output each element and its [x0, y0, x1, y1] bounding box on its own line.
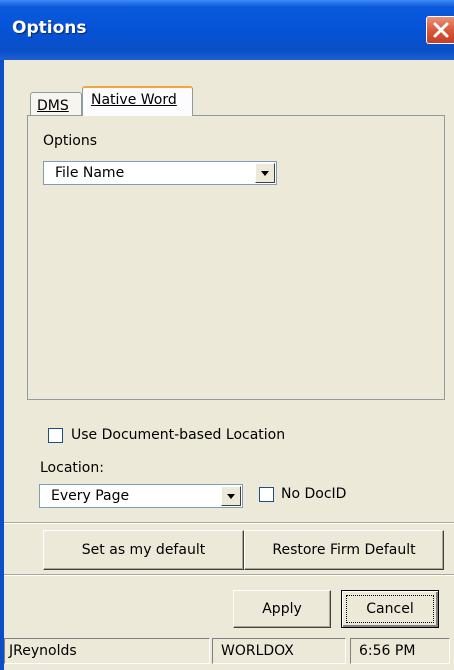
tab-dms-label: DMS: [37, 98, 69, 114]
tab-native-word-label: Native Word: [91, 92, 177, 108]
tab-native-word[interactable]: Native Word: [82, 86, 193, 116]
status-time: 6:56 PM: [350, 638, 450, 664]
close-icon: [433, 22, 449, 38]
restore-firm-default-button[interactable]: Restore Firm Default: [244, 530, 444, 570]
status-user: JReynolds: [4, 638, 210, 664]
tab-dms[interactable]: DMS: [30, 92, 82, 116]
location-dropdown[interactable]: Every Page: [39, 484, 243, 508]
options-dropdown-value: File Name: [55, 165, 125, 181]
use-document-location-checkbox[interactable]: [48, 428, 63, 443]
close-button[interactable]: [426, 16, 454, 44]
separator: [4, 574, 454, 576]
title-bar[interactable]: Options: [0, 0, 454, 60]
window-title: Options: [12, 18, 87, 38]
chevron-down-icon[interactable]: [255, 163, 275, 183]
window-frame-left: [0, 60, 4, 670]
location-label: Location:: [40, 460, 104, 476]
options-label: Options: [43, 133, 98, 149]
tab-panel-native-word: Options File Name: [27, 115, 445, 400]
no-docid-checkbox[interactable]: [259, 487, 274, 502]
status-system: WORLDOX: [212, 638, 346, 664]
apply-button[interactable]: Apply: [233, 590, 331, 628]
no-docid-label[interactable]: No DocID: [281, 486, 346, 502]
focus-rectangle: [346, 595, 434, 623]
use-document-location-label[interactable]: Use Document-based Location: [71, 427, 285, 443]
options-dropdown[interactable]: File Name: [43, 161, 277, 185]
separator: [4, 522, 454, 524]
chevron-down-icon[interactable]: [221, 486, 241, 506]
location-dropdown-value: Every Page: [51, 488, 130, 504]
cancel-button[interactable]: Cancel: [341, 590, 439, 628]
set-as-default-button[interactable]: Set as my default: [43, 530, 244, 570]
